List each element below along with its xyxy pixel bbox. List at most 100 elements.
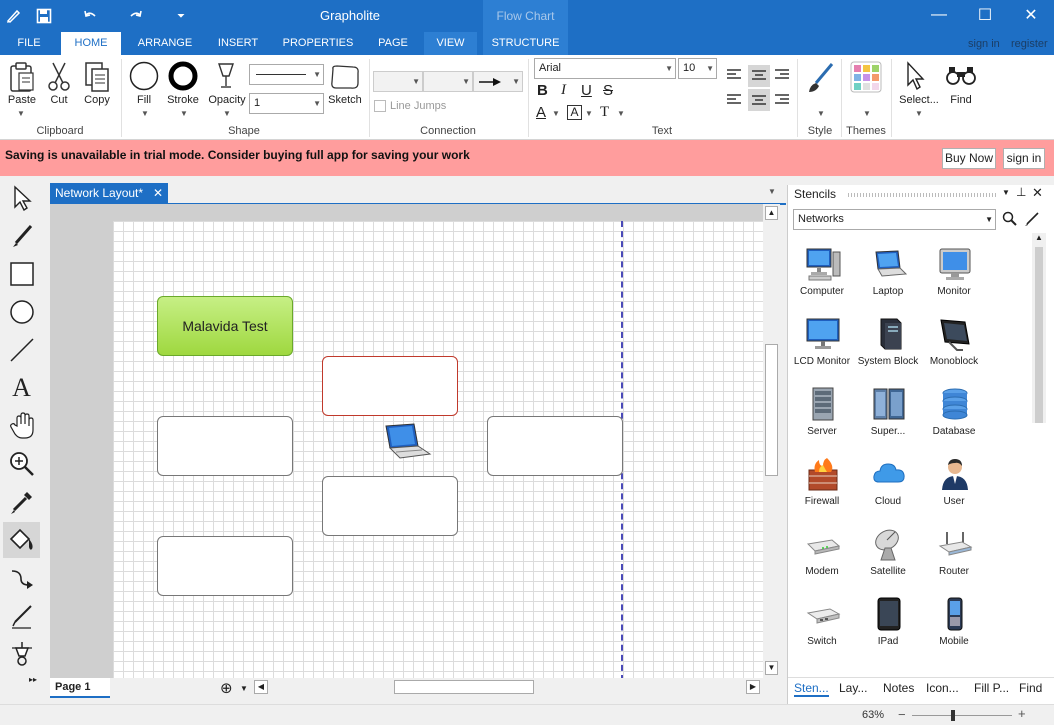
text-format-button[interactable]: T <box>600 104 609 121</box>
redo-icon[interactable] <box>126 6 146 26</box>
stencil-search-icon[interactable] <box>1002 211 1018 230</box>
pointer-tool-icon[interactable] <box>3 180 40 216</box>
close-button[interactable]: ✕ <box>1008 0 1054 30</box>
tab-home[interactable]: HOME <box>61 32 121 55</box>
diagram-page[interactable]: Malavida Test <box>113 221 763 678</box>
binoculars-icon[interactable] <box>945 65 977 90</box>
font-color-button[interactable]: A <box>536 104 546 121</box>
select-cursor-icon[interactable] <box>904 61 928 94</box>
pencil-tool-icon[interactable] <box>3 598 40 634</box>
rectangle-tool-icon[interactable] <box>3 256 40 292</box>
bold-button[interactable]: B <box>537 82 548 99</box>
select-dropdown-icon[interactable]: ▼ <box>915 109 923 118</box>
tab-structure[interactable]: STRUCTURE <box>483 32 568 55</box>
pen-tool-icon[interactable] <box>3 218 40 254</box>
ellipse-tool-icon[interactable] <box>3 294 40 330</box>
paste-icon[interactable] <box>8 61 36 96</box>
horizontal-scroll-thumb[interactable] <box>394 680 534 694</box>
stencil-switch[interactable]: Switch <box>789 590 855 660</box>
diagram-node[interactable] <box>487 416 623 476</box>
buy-now-button[interactable]: Buy Now <box>942 148 996 169</box>
hand-tool-icon[interactable] <box>3 408 40 444</box>
scroll-up-icon[interactable]: ▲ <box>765 206 778 220</box>
document-tab[interactable]: Network Layout* ✕ <box>50 183 168 204</box>
fill-button[interactable]: Fill <box>128 94 160 106</box>
align-left-top-icon[interactable] <box>727 69 741 84</box>
stencil-database[interactable]: Database <box>921 380 987 450</box>
minimize-button[interactable]: — <box>916 0 962 30</box>
page-menu-icon[interactable]: ▼ <box>240 684 248 693</box>
laptop-shape-icon[interactable] <box>380 422 432 465</box>
connector-type-dropdown[interactable]: ▼ <box>423 71 473 92</box>
opacity-dropdown-icon[interactable]: ▼ <box>223 109 231 118</box>
sketch-icon[interactable] <box>329 63 361 94</box>
undo-icon[interactable] <box>80 6 100 26</box>
stencil-modem[interactable]: Modem <box>789 520 855 590</box>
font-family-dropdown[interactable]: Arial ▼ <box>534 58 676 79</box>
tab-page[interactable]: PAGE <box>368 32 418 55</box>
panel-tab-fill-patterns[interactable]: Fill P... <box>974 681 1009 695</box>
stroke-dropdown-icon[interactable]: ▼ <box>180 109 188 118</box>
stroke-button[interactable]: Stroke <box>164 94 202 106</box>
stencil-satellite[interactable]: Satellite <box>855 520 921 590</box>
tab-file[interactable]: FILE <box>8 32 50 55</box>
stencil-scrollbar[interactable]: ▲ <box>1032 233 1046 423</box>
zoom-slider-thumb[interactable] <box>951 710 955 721</box>
align-center-middle-button[interactable] <box>748 89 770 111</box>
diagram-node[interactable] <box>322 476 458 536</box>
tab-arrange[interactable]: ARRANGE <box>130 32 200 55</box>
text-highlight-button[interactable]: A <box>567 105 582 120</box>
stencil-category-dropdown[interactable]: Networks ▼ <box>793 209 996 230</box>
stencil-computer[interactable]: Computer <box>789 240 855 310</box>
scroll-left-icon[interactable]: ◀ <box>254 680 268 694</box>
stencil-supercomputer[interactable]: Super... <box>855 380 921 450</box>
zoom-out-icon[interactable]: − <box>898 707 906 722</box>
fill-bucket-tool-icon[interactable] <box>3 522 40 558</box>
stencil-firewall[interactable]: Firewall <box>789 450 855 520</box>
maximize-button[interactable]: ☐ <box>962 0 1008 30</box>
connector-start-dropdown[interactable]: ▼ <box>373 71 423 92</box>
diagram-node[interactable] <box>157 536 293 596</box>
tab-insert[interactable]: INSERT <box>208 32 268 55</box>
vertical-scroll-thumb[interactable] <box>765 344 778 476</box>
find-button[interactable]: Find <box>944 94 978 106</box>
zoom-slider-track[interactable] <box>912 715 1012 716</box>
italic-button[interactable]: I <box>561 82 566 99</box>
pin-icon[interactable]: ⊥ <box>1016 185 1026 199</box>
text-format-dropdown-icon[interactable]: ▼ <box>617 109 625 118</box>
canvas-area[interactable]: Malavida Test <box>50 204 763 678</box>
copy-icon[interactable] <box>84 61 110 96</box>
stencil-user[interactable]: User <box>921 450 987 520</box>
panel-menu-icon[interactable]: ▼ <box>1002 188 1010 197</box>
customize-quick-access-icon[interactable]: ⏷ <box>171 6 191 26</box>
sign-in-link[interactable]: sign in <box>968 38 1000 50</box>
diagram-node-green[interactable]: Malavida Test <box>157 296 293 356</box>
paste-button[interactable]: Paste <box>4 94 40 106</box>
connector-end-dropdown[interactable]: ▼ <box>473 71 523 92</box>
close-tab-icon[interactable]: ✕ <box>153 183 163 204</box>
stencil-system-block[interactable]: System Block <box>855 310 921 380</box>
line-width-dropdown[interactable]: 1 ▼ <box>249 93 324 114</box>
stencil-mobile[interactable]: Mobile <box>921 590 987 660</box>
page-tab[interactable]: Page 1 <box>50 678 110 698</box>
stencil-scroll-up-icon[interactable]: ▲ <box>1032 233 1046 245</box>
opacity-button[interactable]: Opacity <box>205 94 249 106</box>
eyedropper-tool-icon[interactable] <box>3 484 40 520</box>
stencil-scroll-thumb[interactable] <box>1035 247 1043 423</box>
align-center-top-button[interactable] <box>748 65 770 87</box>
expand-tools-icon[interactable]: ▸▸ <box>29 675 37 684</box>
panel-tab-notes[interactable]: Notes <box>883 681 914 695</box>
line-tool-icon[interactable] <box>3 332 40 368</box>
register-link[interactable]: register <box>1011 38 1048 50</box>
select-button[interactable]: Select... <box>896 94 942 106</box>
opacity-icon[interactable] <box>214 61 238 94</box>
connector-tool-icon[interactable] <box>3 560 40 596</box>
text-tool-icon[interactable]: A <box>3 370 40 406</box>
scroll-right-icon[interactable]: ▶ <box>746 680 760 694</box>
stroke-icon[interactable] <box>168 61 198 94</box>
themes-dropdown-icon[interactable]: ▼ <box>863 109 871 118</box>
stencil-cloud[interactable]: Cloud <box>855 450 921 520</box>
line-jumps-checkbox[interactable] <box>374 100 386 112</box>
fill-dropdown-icon[interactable]: ▼ <box>141 109 149 118</box>
style-dropdown-icon[interactable]: ▼ <box>817 109 825 118</box>
